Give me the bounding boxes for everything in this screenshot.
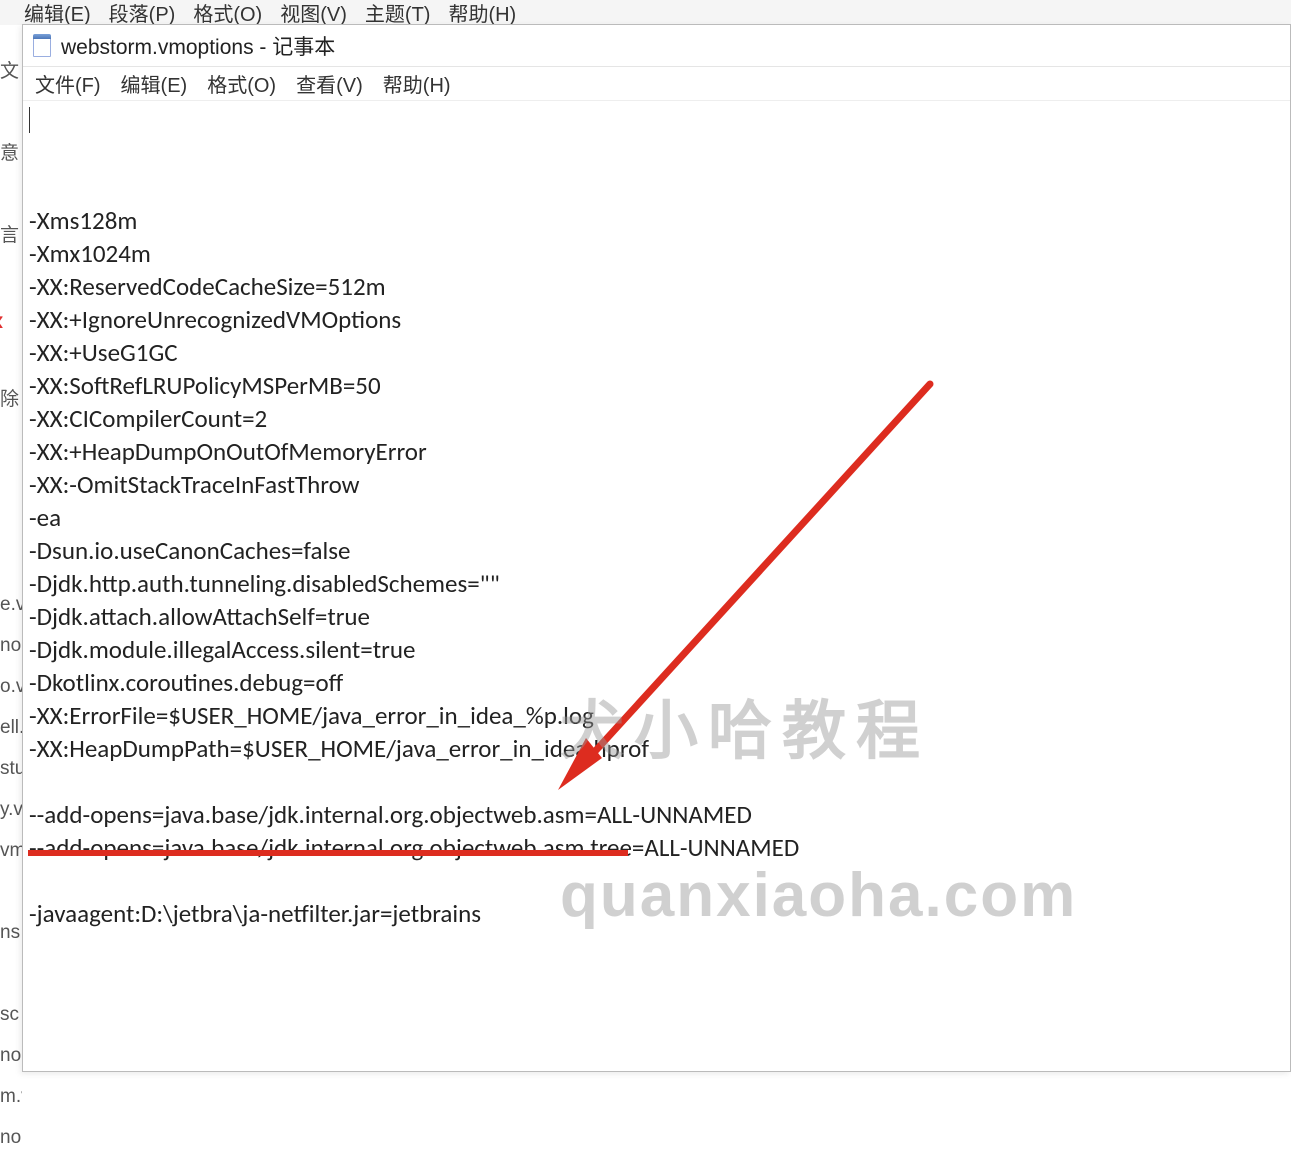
- menu-view[interactable]: 查看(V): [292, 67, 367, 100]
- editor-line: [29, 864, 1284, 897]
- bg-left-fragment: [0, 424, 22, 465]
- bg-left-fragment: [0, 506, 22, 547]
- editor-line: -XX:+UseG1GC: [29, 336, 1284, 369]
- bg-left-fragment: vm: [0, 834, 22, 875]
- bg-left-fragment: ell.: [0, 711, 22, 752]
- bg-left-fragment: stu: [0, 752, 22, 793]
- bg-left-fragment: [0, 260, 22, 301]
- bg-left-fragment: no: [0, 1121, 22, 1162]
- editor-line: -XX:SoftRefLRUPolicyMSPerMB=50: [29, 369, 1284, 402]
- bg-menu-format[interactable]: 格式(O): [193, 0, 262, 27]
- bg-left-fragment: sc: [0, 998, 22, 1039]
- editor-line: -XX:HeapDumpPath=$USER_HOME/java_error_i…: [29, 732, 1284, 765]
- title-bar[interactable]: webstorm.vmoptions - 记事本: [23, 25, 1290, 67]
- bg-left-fragment: [0, 875, 22, 916]
- editor-line: -XX:ReservedCodeCacheSize=512m: [29, 270, 1284, 303]
- menu-file[interactable]: 文件(F): [31, 67, 105, 100]
- bg-left-fragment: 言: [0, 219, 22, 260]
- editor-line: -XX:+IgnoreUnrecognizedVMOptions: [29, 303, 1284, 336]
- bg-menu-edit[interactable]: 编辑(E): [24, 0, 91, 27]
- editor-line: -Xms128m: [29, 204, 1284, 237]
- editor-line: -XX:ErrorFile=$USER_HOME/java_error_in_i…: [29, 699, 1284, 732]
- bg-left-fragment: o.v: [0, 670, 22, 711]
- bg-left-fragment: [0, 465, 22, 506]
- bg-left-fragment: [0, 96, 22, 137]
- menu-edit[interactable]: 编辑(E): [117, 67, 192, 100]
- text-editor[interactable]: -Xms128m-Xmx1024m-XX:ReservedCodeCacheSi…: [23, 101, 1290, 1071]
- editor-line: --add-opens=java.base/jdk.internal.org.o…: [29, 798, 1284, 831]
- bg-menu-theme[interactable]: 主题(T): [365, 0, 431, 27]
- bg-left-fragment: y.v: [0, 793, 22, 834]
- background-app-menu: 编辑(E) 段落(P) 格式(O) 视图(V) 主题(T) 帮助(H): [0, 0, 1291, 25]
- editor-line: -javaagent:D:\jetbra\ja-netfilter.jar=je…: [29, 897, 1284, 930]
- text-caret: [29, 107, 30, 133]
- bg-left-fragment: [0, 957, 22, 998]
- bg-left-fragment: [0, 547, 22, 588]
- bg-left-fragment: m.v: [0, 1080, 22, 1121]
- bg-left-fragment: no: [0, 1039, 22, 1080]
- menu-format[interactable]: 格式(O): [203, 67, 280, 100]
- notepad-menu-bar: 文件(F) 编辑(E) 格式(O) 查看(V) 帮助(H): [23, 67, 1290, 101]
- editor-line: [29, 765, 1284, 798]
- bg-left-fragment: 文: [0, 55, 22, 96]
- menu-help[interactable]: 帮助(H): [379, 67, 455, 100]
- background-left-pane: 文意言除e.vnoo.vell.stuy.vvmnsscnom.vno: [0, 25, 22, 1072]
- editor-line: -XX:-OmitStackTraceInFastThrow: [29, 468, 1284, 501]
- bg-left-fragment: [0, 178, 22, 219]
- bg-left-fragment: e.v: [0, 588, 22, 629]
- editor-line: -Dsun.io.useCanonCaches=false: [29, 534, 1284, 567]
- editor-line: -Xmx1024m: [29, 237, 1284, 270]
- editor-line: -Dkotlinx.coroutines.debug=off: [29, 666, 1284, 699]
- bg-left-fragment: ns: [0, 916, 22, 957]
- editor-line: -Djdk.attach.allowAttachSelf=true: [29, 600, 1284, 633]
- bg-left-fragment: 除: [0, 383, 22, 424]
- editor-line: -Djdk.http.auth.tunneling.disabledScheme…: [29, 567, 1284, 600]
- bg-left-fragment: no: [0, 629, 22, 670]
- editor-line: -Djdk.module.illegalAccess.silent=true: [29, 633, 1284, 666]
- notepad-icon: [31, 33, 53, 59]
- editor-line: -ea: [29, 501, 1284, 534]
- editor-line: --add-opens=java.base/jdk.internal.org.o…: [29, 831, 1284, 864]
- chevron-left-icon: ‹: [0, 304, 4, 338]
- annotation-underline: [28, 850, 628, 856]
- editor-line: -XX:CICompilerCount=2: [29, 402, 1284, 435]
- editor-line: -XX:+HeapDumpOnOutOfMemoryError: [29, 435, 1284, 468]
- bg-left-fragment: 意: [0, 137, 22, 178]
- notepad-window: webstorm.vmoptions - 记事本 文件(F) 编辑(E) 格式(…: [22, 24, 1291, 1072]
- bg-menu-para[interactable]: 段落(P): [109, 0, 176, 27]
- bg-menu-view[interactable]: 视图(V): [280, 0, 347, 27]
- bg-menu-help[interactable]: 帮助(H): [448, 0, 516, 27]
- bg-left-fragment: [0, 342, 22, 383]
- window-title: webstorm.vmoptions - 记事本: [61, 31, 335, 61]
